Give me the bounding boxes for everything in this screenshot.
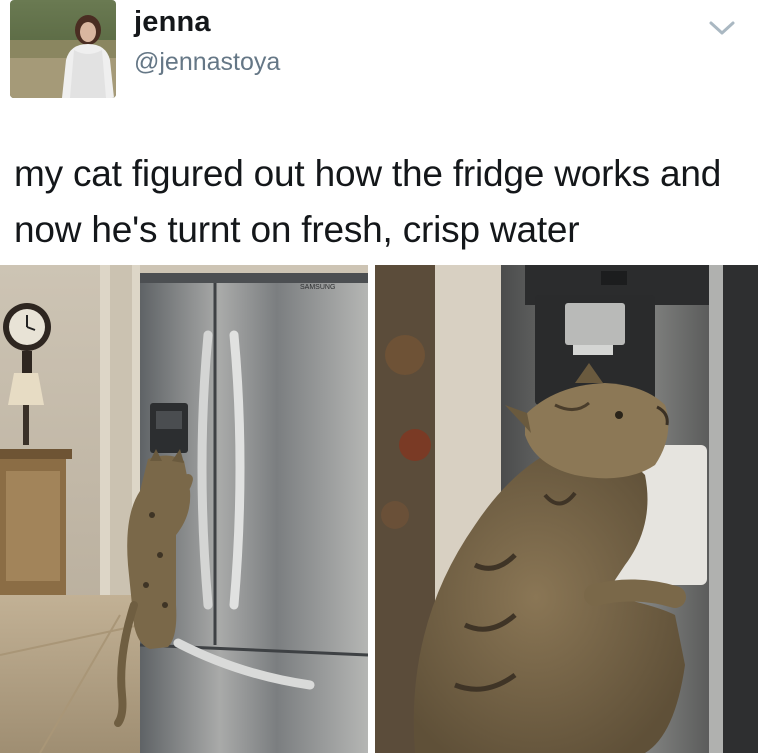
tweet-text: my cat figured out how the fridge works … <box>14 153 722 250</box>
photo-cat-at-fridge[interactable]: SAMSUNG <box>0 265 368 753</box>
chevron-down-icon[interactable] <box>705 14 739 42</box>
username[interactable]: @jennastoya <box>134 48 280 77</box>
fridge-brand-label: SAMSUNG <box>300 284 335 291</box>
photo-divider <box>368 265 375 753</box>
photo-cat-closeup[interactable] <box>375 265 758 753</box>
avatar[interactable] <box>10 0 116 98</box>
display-name[interactable]: jenna <box>134 6 211 39</box>
